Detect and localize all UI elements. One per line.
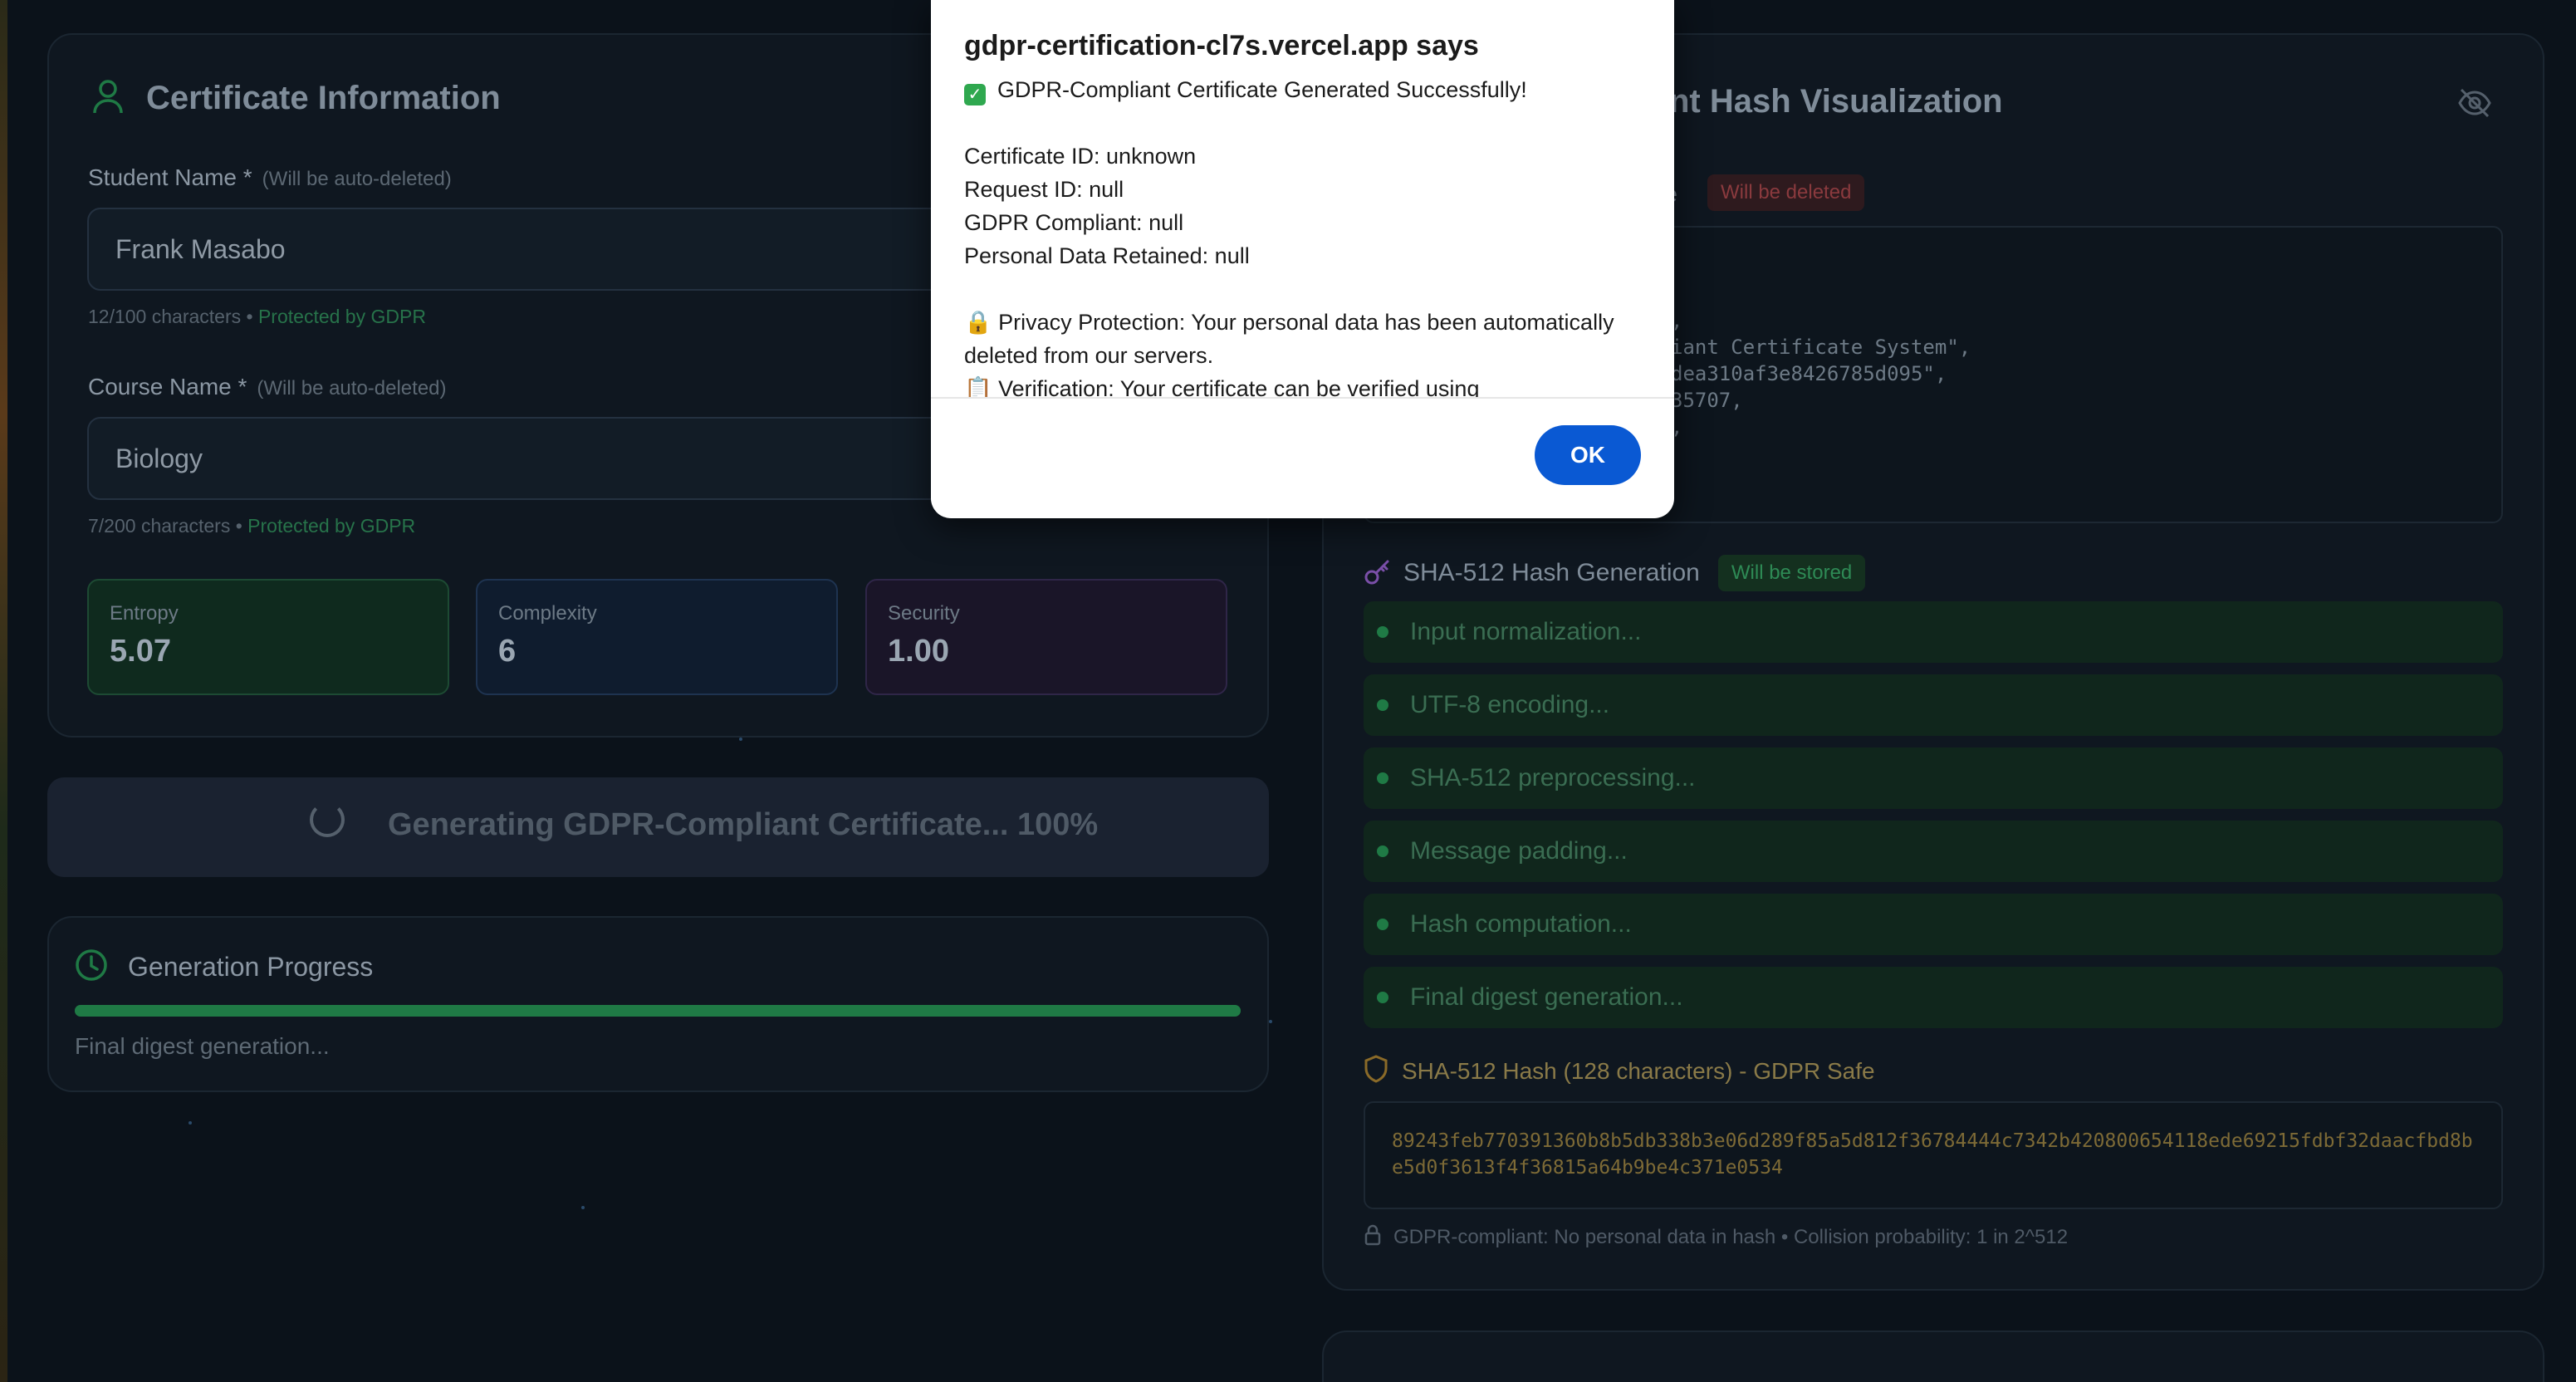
separator: •	[235, 515, 242, 537]
generation-progress-header: Generation Progress	[75, 948, 373, 986]
gdpr-hash-note: GDPR-compliant: No personal data in hash…	[1364, 1224, 2068, 1250]
particle	[739, 738, 742, 741]
code-line: 35707,	[1671, 389, 1743, 412]
hash-step: SHA-512 preprocessing...	[1364, 747, 2503, 809]
particle	[189, 1121, 192, 1125]
ok-button[interactable]: OK	[1535, 425, 1641, 485]
sha512-hash-header: SHA-512 Hash (128 characters) - GDPR Saf…	[1364, 1055, 1875, 1087]
dialog-divider	[931, 397, 1674, 399]
step-indicator	[1377, 626, 1388, 638]
student-name-label: Student Name * (Will be auto-deleted)	[88, 164, 452, 191]
security-metric: Security 1.00	[865, 579, 1227, 695]
step-label: Final digest generation...	[1410, 983, 1683, 1011]
course-name-protected: Protected by GDPR	[247, 515, 416, 537]
window-edge	[0, 0, 7, 1382]
lock-icon	[1364, 1224, 1382, 1250]
eye-off-icon[interactable]	[2456, 86, 2493, 124]
certificate-information-title: Certificate Information	[146, 80, 501, 116]
generation-progress-bar	[75, 1005, 1241, 1017]
separator: •	[246, 306, 253, 327]
gdpr-compliant-line: GDPR Compliant: null	[964, 210, 1184, 235]
generation-progress-panel	[47, 916, 1269, 1092]
student-name-meta: 12/100 characters • Protected by GDPR	[88, 306, 426, 328]
security-value: 1.00	[888, 634, 949, 669]
step-label: Hash computation...	[1410, 910, 1632, 938]
course-name-hint: (Will be auto-deleted)	[257, 377, 447, 399]
step-indicator	[1377, 772, 1388, 784]
particle	[581, 1206, 585, 1209]
student-name-count: 12/100 characters	[88, 306, 242, 327]
step-indicator	[1377, 845, 1388, 857]
step-label: Input normalization...	[1410, 618, 1642, 645]
success-text: GDPR-Compliant Certificate Generated Suc…	[997, 77, 1527, 102]
student-name-protected: Protected by GDPR	[257, 306, 426, 327]
entropy-value: 5.07	[110, 634, 171, 669]
hash-step: Hash computation...	[1364, 894, 2503, 955]
sha512-generation-title: SHA-512 Hash Generation	[1403, 559, 1700, 586]
course-name-label-text: Course Name *	[88, 374, 247, 399]
alert-dialog-message: ✓ GDPR-Compliant Certificate Generated Su…	[964, 73, 1645, 399]
generation-progress-fill	[75, 1005, 1241, 1017]
hash-step: Message padding...	[1364, 821, 2503, 882]
sha512-hash-value: 89243feb770391360b8b5db338b3e06d289f85a5…	[1364, 1101, 2503, 1209]
code-line: dea310af3e8426785d095",	[1671, 362, 1947, 385]
particle	[1269, 1020, 1272, 1023]
step-indicator	[1377, 992, 1388, 1003]
security-label: Security	[888, 602, 960, 625]
privacy-line-1: 🔒 Privacy Protection: Your personal data…	[964, 310, 1614, 335]
alert-dialog-title: gdpr-certification-cl7s.vercel.app says	[964, 30, 1479, 61]
check-icon: ✓	[964, 84, 986, 105]
generation-progress-title: Generation Progress	[128, 952, 374, 982]
complexity-label: Complexity	[498, 602, 597, 625]
complexity-value: 6	[498, 634, 517, 669]
user-icon	[91, 78, 125, 119]
sha512-generation-header: SHA-512 Hash Generation Will be stored	[1364, 555, 1866, 591]
success-line: ✓ GDPR-Compliant Certificate Generated Su…	[964, 73, 1645, 106]
course-name-meta: 7/200 characters • Protected by GDPR	[88, 515, 415, 537]
verification-line: 📋 Verification: Your certificate can be …	[964, 376, 1480, 399]
privacy-line-2: deleted from our servers.	[964, 343, 1214, 368]
will-be-deleted-badge: Will be deleted	[1707, 174, 1865, 211]
entropy-label: Entropy	[110, 602, 179, 625]
secondary-panel	[1322, 1331, 2544, 1382]
certificate-id-line: Certificate ID: unknown	[964, 144, 1197, 169]
hash-step: UTF-8 encoding...	[1364, 674, 2503, 736]
generate-certificate-button[interactable]: Generating GDPR-Compliant Certificate...…	[47, 777, 1269, 877]
hash-visualization-title: nt Hash Visualization	[1669, 83, 2003, 120]
student-name-hint: (Will be auto-deleted)	[262, 168, 452, 190]
hash-step: Final digest generation...	[1364, 967, 2503, 1028]
course-name-label: Course Name * (Will be auto-deleted)	[88, 374, 447, 400]
student-name-label-text: Student Name *	[88, 164, 252, 190]
step-label: Message padding...	[1410, 837, 1628, 865]
entropy-metric: Entropy 5.07	[87, 579, 449, 695]
certificate-information-header: Certificate Information	[91, 78, 501, 119]
step-indicator	[1377, 699, 1388, 711]
shield-icon	[1364, 1055, 1388, 1087]
generate-certificate-label: Generating GDPR-Compliant Certificate...…	[388, 807, 1099, 842]
loading-spinner-icon	[310, 802, 345, 837]
step-indicator	[1377, 919, 1388, 930]
will-be-stored-badge: Will be stored	[1717, 555, 1866, 591]
code-line: iant Certificate System",	[1671, 336, 1971, 359]
step-label: SHA-512 preprocessing...	[1410, 764, 1696, 791]
personal-data-line: Personal Data Retained: null	[964, 243, 1250, 268]
sha512-hash-title: SHA-512 Hash (128 characters) - GDPR Saf…	[1402, 1057, 1875, 1084]
hash-step: Input normalization...	[1364, 601, 2503, 663]
clock-icon	[75, 948, 108, 986]
complexity-metric: Complexity 6	[476, 579, 838, 695]
key-icon	[1364, 557, 1392, 590]
step-label: UTF-8 encoding...	[1410, 691, 1610, 718]
course-name-count: 7/200 characters	[88, 515, 231, 537]
gdpr-hash-note-text: GDPR-compliant: No personal data in hash…	[1393, 1225, 2069, 1248]
generation-progress-status: Final digest generation...	[75, 1033, 330, 1059]
request-id-line: Request ID: null	[964, 177, 1124, 202]
